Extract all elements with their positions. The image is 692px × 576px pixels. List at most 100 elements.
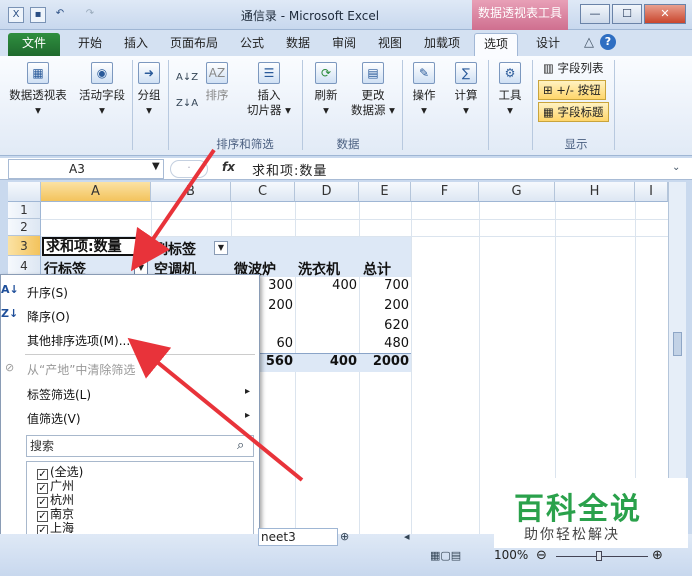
zoom-out-icon[interactable]: ⊖ xyxy=(536,548,547,563)
watermark-title: 百科全说 xyxy=(514,492,642,527)
tab-view[interactable]: 视图 xyxy=(372,33,408,56)
pivot-value: 200 xyxy=(384,298,409,313)
submenu-arrow-icon: ▸ xyxy=(245,410,251,421)
hscroll-left-icon[interactable]: ◂ xyxy=(404,530,410,543)
plus-minus-buttons-toggle[interactable]: ⊞ +/- 按钮 xyxy=(538,80,606,100)
label-filter-item[interactable]: 标签筛选(L) xyxy=(27,386,91,403)
row-header[interactable]: 3 xyxy=(8,236,41,256)
close-button[interactable]: ✕ xyxy=(644,4,686,24)
name-box[interactable]: A3 xyxy=(8,159,164,179)
formula-zoom-handle[interactable]: · xyxy=(170,160,208,178)
field-list-button[interactable]: ▥ 字段列表 xyxy=(538,58,609,78)
ribbon-collapse-icon[interactable]: △ xyxy=(584,35,594,50)
column-label-filter-dropdown[interactable]: ▼ xyxy=(214,241,228,255)
new-sheet-icon[interactable]: ⊕ xyxy=(340,530,349,543)
tab-home[interactable]: 开始 xyxy=(72,33,108,56)
tab-page-layout[interactable]: 页面布局 xyxy=(164,33,224,56)
view-buttons-icon[interactable]: ▦▢▤ xyxy=(430,549,486,565)
row-header[interactable]: 2 xyxy=(8,219,41,236)
window-title: 通信录 - Microsoft Excel xyxy=(240,9,380,23)
row-label-filter-dropdown[interactable]: ▼ xyxy=(134,261,148,275)
formula-expand-icon[interactable]: ⌄ xyxy=(672,162,680,173)
actions-button[interactable]: ✎ 操作 ▾ xyxy=(406,62,442,118)
group-separator xyxy=(132,60,133,150)
pivot-table-button[interactable]: ▦ 数据透视表 ▾ xyxy=(6,62,70,118)
sheet-tab[interactable]: neet3 xyxy=(258,528,338,546)
value-filter-item[interactable]: 值筛选(V) xyxy=(27,410,81,427)
save-icon[interactable]: ▪ xyxy=(30,7,46,23)
column-header[interactable]: D xyxy=(295,182,359,202)
column-header[interactable]: B xyxy=(151,182,231,202)
scroll-thumb[interactable] xyxy=(673,332,682,356)
zoom-slider-track[interactable] xyxy=(556,556,648,557)
group-separator xyxy=(532,60,533,150)
sort-ascending-item[interactable]: 升序(S) xyxy=(27,284,68,301)
refresh-icon: ⟳ xyxy=(315,62,337,84)
fx-icon[interactable]: fx xyxy=(222,160,235,174)
calculations-button[interactable]: ∑ 计算 ▾ xyxy=(448,62,484,118)
pivot-tools-context-tab: 数据透视表工具 xyxy=(472,0,568,30)
sort-descending-item[interactable]: 降序(O) xyxy=(27,308,70,325)
name-box-dropdown-icon[interactable]: ▼ xyxy=(152,161,160,172)
pivot-value: 400 xyxy=(332,278,357,293)
watermark-subtitle: 助你轻松解决 xyxy=(524,527,620,543)
column-header[interactable]: I xyxy=(635,182,668,202)
pivot-value: 620 xyxy=(384,318,409,333)
field-headers-icon: ▦ xyxy=(543,105,558,119)
pivot-grand-total: 400 xyxy=(329,354,357,369)
pivot-column-label: 列标签 xyxy=(154,242,196,258)
filter-search-input[interactable]: 搜索 xyxy=(26,435,254,457)
column-header[interactable]: A xyxy=(41,182,151,202)
column-header[interactable]: E xyxy=(359,182,411,202)
gridline xyxy=(479,202,480,534)
redo-icon[interactable]: ↷ xyxy=(82,7,98,23)
minimize-button[interactable]: — xyxy=(580,4,610,24)
change-source-button[interactable]: ▤ 更改 数据源 ▾ xyxy=(348,62,398,118)
tools-icon: ⚙ xyxy=(499,62,521,84)
gridline xyxy=(41,219,668,220)
tab-insert[interactable]: 插入 xyxy=(118,33,154,56)
zoom-in-icon[interactable]: ⊕ xyxy=(652,548,663,563)
maximize-button[interactable]: ☐ xyxy=(612,4,642,24)
column-header[interactable]: F xyxy=(411,182,479,202)
tab-addins[interactable]: 加载项 xyxy=(418,33,466,56)
formula-content[interactable]: 求和项:数量 xyxy=(252,160,327,179)
row-header[interactable]: 1 xyxy=(8,202,41,219)
sort-az-icon[interactable]: A↓Z xyxy=(176,72,198,83)
clear-filter-item: 从“产地”中清除筛选 xyxy=(27,363,136,377)
pivot-col-header: 洗衣机 xyxy=(298,262,340,278)
tools-button[interactable]: ⚙ 工具 ▾ xyxy=(492,62,528,118)
column-header[interactable]: C xyxy=(231,182,295,202)
column-header[interactable]: H xyxy=(555,182,635,202)
insert-slicer-button[interactable]: ☰ 插入 切片器 ▾ xyxy=(246,62,292,118)
group-separator xyxy=(302,60,303,150)
tab-data[interactable]: 数据 xyxy=(280,33,316,56)
row-header[interactable]: 4 xyxy=(8,256,41,276)
excel-logo-icon: X xyxy=(8,7,24,23)
sort-za-icon[interactable]: Z↓A xyxy=(176,98,198,109)
group-button[interactable]: ➜ 分组 ▾ xyxy=(134,62,164,118)
column-header[interactable]: G xyxy=(479,182,555,202)
gridline xyxy=(411,202,412,534)
tab-file[interactable]: 文件 xyxy=(8,33,60,56)
tab-formulas[interactable]: 公式 xyxy=(234,33,270,56)
sort-button[interactable]: AZ 排序 xyxy=(202,62,232,103)
zoom-slider-thumb[interactable] xyxy=(596,551,602,561)
group-separator xyxy=(614,60,615,150)
refresh-button[interactable]: ⟳ 刷新 ▾ xyxy=(306,62,346,118)
group-icon: ➜ xyxy=(138,62,160,84)
pivot-corner-cell[interactable]: 求和项:数量 xyxy=(42,237,150,256)
pivot-col-header: 总计 xyxy=(363,262,391,278)
select-all-corner[interactable] xyxy=(8,182,41,202)
undo-icon[interactable]: ↶ xyxy=(52,7,68,23)
tab-review[interactable]: 审阅 xyxy=(326,33,362,56)
menu-divider xyxy=(25,354,255,355)
tab-options[interactable]: 选项 xyxy=(474,33,518,56)
field-headers-toggle[interactable]: ▦ 字段标题 xyxy=(538,102,609,122)
sort-dialog-icon: AZ xyxy=(206,62,228,84)
more-sort-options-item[interactable]: 其他排序选项(M)... xyxy=(27,332,130,349)
tab-design[interactable]: 设计 xyxy=(526,33,570,56)
active-field-button[interactable]: ◉ 活动字段 ▾ xyxy=(74,62,130,118)
help-icon[interactable]: ? xyxy=(600,34,616,50)
zoom-level[interactable]: 100% xyxy=(494,548,528,562)
